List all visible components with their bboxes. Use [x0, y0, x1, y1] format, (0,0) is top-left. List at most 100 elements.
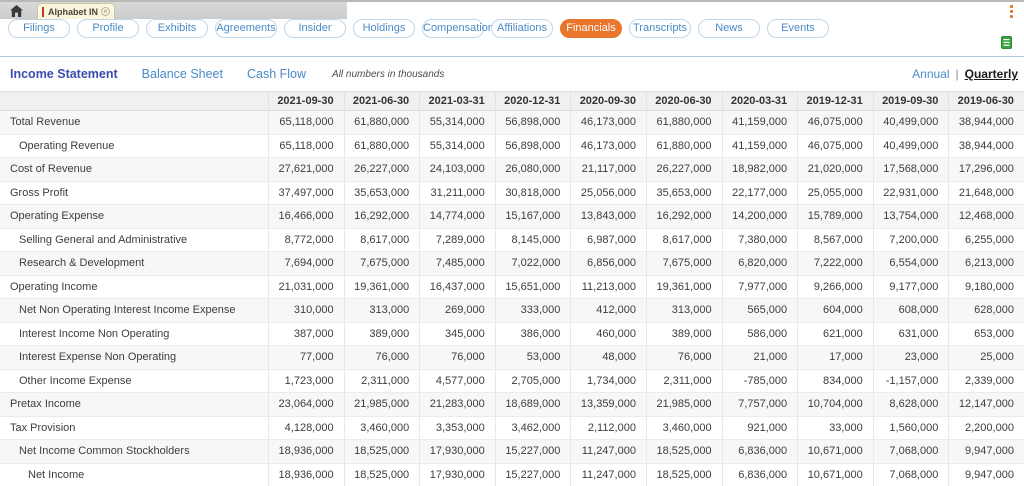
cell-value: 10,704,000: [797, 393, 873, 416]
row-label: Operating Income: [10, 280, 98, 293]
cell-value: 7,694,000: [268, 252, 344, 275]
cell-value: 55,314,000: [419, 111, 495, 134]
cell-value: 565,000: [721, 299, 798, 322]
column-header: 2019-09-30: [872, 92, 949, 110]
nav-pill-insider[interactable]: Insider: [284, 19, 346, 38]
nav-pill-profile[interactable]: Profile: [77, 19, 139, 38]
statement-tab-cash-flow[interactable]: Cash Flow: [247, 67, 306, 81]
cell-value: 9,947,000: [948, 463, 1024, 486]
cell-value: 61,880,000: [343, 111, 420, 134]
browser-tab-strip: Alphabet INC ×: [0, 0, 1024, 19]
cell-value: 19,361,000: [645, 275, 722, 298]
spreadsheet-export-icon[interactable]: [1001, 36, 1012, 54]
cell-value: 55,314,000: [419, 134, 495, 157]
cell-value: 26,227,000: [343, 158, 420, 181]
cell-value: 23,064,000: [268, 393, 344, 416]
cell-value: 6,836,000: [721, 463, 798, 486]
cell-value: 16,292,000: [343, 205, 420, 228]
income-statement-table: 2021-09-30 2021-06-30 2021-03-31 2020-12-31…: [0, 91, 1024, 486]
cell-value: 7,380,000: [721, 228, 798, 251]
company-tab[interactable]: Alphabet INC ×: [37, 3, 115, 19]
cell-value: 9,947,000: [948, 440, 1024, 463]
cell-value: 25,000: [948, 346, 1024, 369]
cell-value: 389,000: [343, 322, 420, 345]
cell-value: 834,000: [797, 369, 873, 392]
row-label: Operating Revenue: [19, 139, 115, 152]
cell-value: 16,292,000: [645, 205, 722, 228]
cell-value: 48,000: [570, 346, 646, 369]
cell-value: 14,200,000: [721, 205, 798, 228]
cell-value: 77,000: [268, 346, 344, 369]
nav-pill-transcripts[interactable]: Transcripts: [629, 19, 691, 38]
cell-value: 35,653,000: [343, 181, 420, 204]
cell-value: 6,856,000: [570, 252, 646, 275]
nav-pill-exhibits[interactable]: Exhibits: [146, 19, 208, 38]
cell-value: 333,000: [494, 299, 571, 322]
home-icon[interactable]: [10, 4, 24, 17]
cell-value: 18,525,000: [645, 440, 722, 463]
cell-value: 7,977,000: [721, 275, 798, 298]
cell-value: 76,000: [645, 346, 722, 369]
cell-value: 8,567,000: [797, 228, 873, 251]
cell-value: 40,499,000: [872, 134, 949, 157]
nav-pill-holdings[interactable]: Holdings: [353, 19, 415, 38]
row-label: Net Non Operating Interest Income Expens…: [19, 304, 236, 317]
cell-value: 6,213,000: [948, 252, 1024, 275]
column-header: 2020-09-30: [570, 92, 646, 110]
period-annual[interactable]: Annual: [912, 67, 949, 81]
row-label: Interest Expense Non Operating: [19, 351, 177, 364]
table-row-total-revenue: Total Revenue 65,118,000 61,880,000 55,314,…: [0, 111, 1024, 135]
cell-value: 17,000: [797, 346, 873, 369]
cell-value: 46,075,000: [797, 134, 873, 157]
statement-tab-balance-sheet[interactable]: Balance Sheet: [142, 67, 223, 81]
cell-value: 56,898,000: [494, 111, 571, 134]
cell-value: 6,554,000: [872, 252, 949, 275]
tab-close-icon[interactable]: ×: [101, 7, 110, 16]
nav-pill-events[interactable]: Events: [767, 19, 829, 38]
nav-pill-compensation[interactable]: Compensation: [422, 19, 494, 38]
nav-pill-agreements[interactable]: Agreements: [215, 19, 277, 38]
row-label: Operating Expense: [10, 210, 105, 223]
cell-value: 15,227,000: [494, 463, 571, 486]
cell-value: 22,177,000: [721, 181, 798, 204]
cell-value: 26,080,000: [494, 158, 571, 181]
nav-pill-news[interactable]: News: [698, 19, 760, 38]
cell-value: 15,227,000: [494, 440, 571, 463]
table-header-row: 2021-09-30 2021-06-30 2021-03-31 2020-12-31…: [0, 92, 1024, 111]
column-header: 2020-03-31: [721, 92, 798, 110]
column-header: 2019-12-31: [797, 92, 873, 110]
row-label: Net Income Common Stockholders: [19, 445, 190, 458]
cell-value: 14,774,000: [419, 205, 495, 228]
tab-title: Alphabet INC: [48, 6, 98, 17]
cell-value: 21,020,000: [797, 158, 873, 181]
cell-value: 18,982,000: [721, 158, 798, 181]
cell-value: 21,117,000: [570, 158, 646, 181]
cell-value: 586,000: [721, 322, 798, 345]
cell-value: 7,289,000: [419, 228, 495, 251]
nav-pill-filings[interactable]: Filings: [8, 19, 70, 38]
cell-value: 53,000: [494, 346, 571, 369]
cell-value: 56,898,000: [494, 134, 571, 157]
table-row-net-income: Net Income 18,936,000 18,525,000 17,930,000…: [0, 463, 1024, 486]
statement-tab-income-statement[interactable]: Income Statement: [10, 67, 118, 81]
kebab-menu-icon[interactable]: [1006, 5, 1016, 18]
cell-value: 21,031,000: [268, 275, 344, 298]
cell-value: 65,118,000: [268, 111, 344, 134]
cell-value: 6,820,000: [721, 252, 798, 275]
period-quarterly[interactable]: Quarterly: [965, 67, 1018, 81]
cell-value: 3,460,000: [343, 416, 420, 439]
cell-value: 15,651,000: [494, 275, 571, 298]
cell-value: 18,936,000: [268, 463, 344, 486]
cell-value: 19,361,000: [343, 275, 420, 298]
nav-pill-financials[interactable]: Financials: [560, 19, 622, 38]
column-header: 2020-06-30: [645, 92, 722, 110]
cell-value: 38,944,000: [948, 111, 1024, 134]
cell-value: 2,311,000: [343, 369, 420, 392]
cell-value: 6,255,000: [948, 228, 1024, 251]
cell-value: 46,075,000: [797, 111, 873, 134]
nav-pill-affiliations[interactable]: Affiliations: [491, 19, 553, 38]
cell-value: 13,754,000: [872, 205, 949, 228]
period-separator: |: [955, 67, 959, 81]
row-label: Selling General and Administrative: [19, 233, 188, 246]
table-row-net-income-common-stockholders: Net Income Common Stockholders 18,936,000…: [0, 440, 1024, 464]
